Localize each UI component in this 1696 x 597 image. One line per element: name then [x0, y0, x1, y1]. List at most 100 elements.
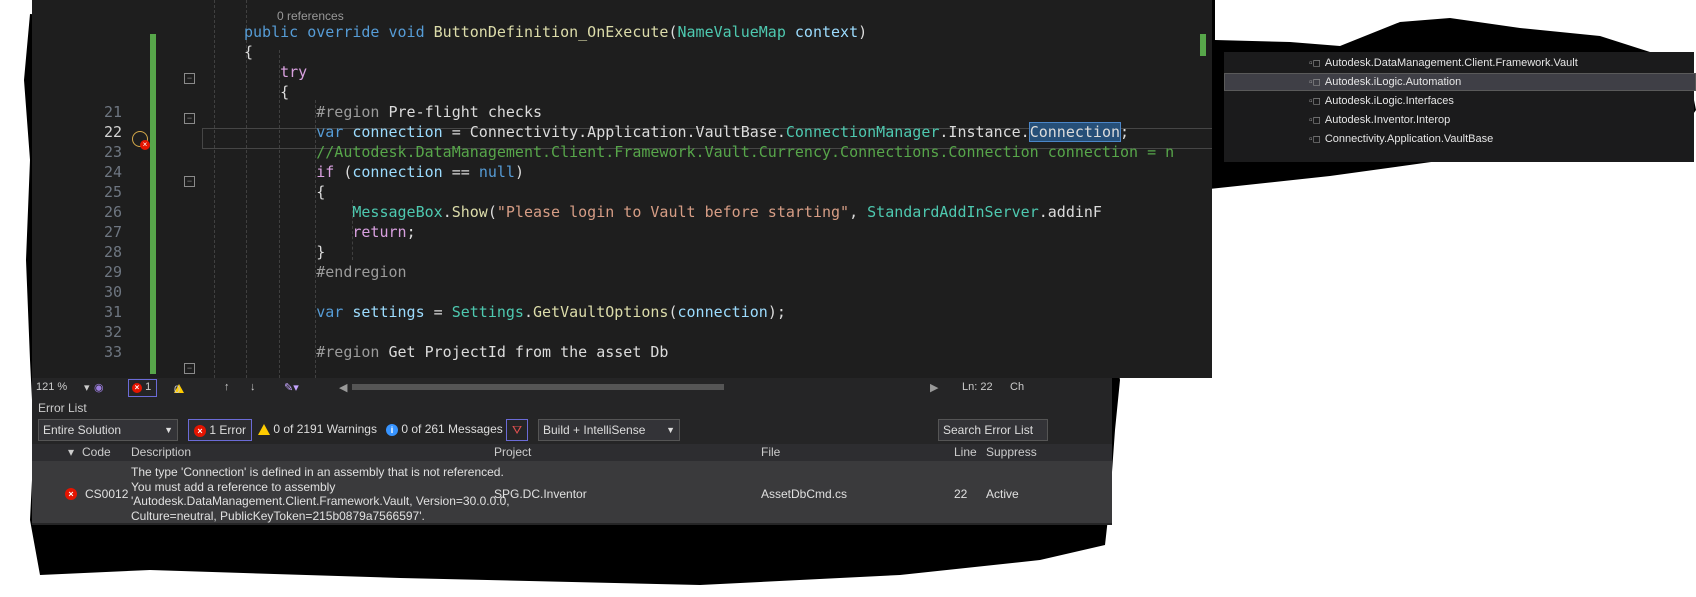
- code-line[interactable]: public override void ButtonDefinition_On…: [244, 22, 867, 42]
- column-code[interactable]: Code: [82, 444, 111, 461]
- warning-icon: [258, 424, 270, 436]
- sort-icon[interactable]: ▾: [68, 444, 74, 461]
- error-icon: ×: [132, 383, 142, 393]
- warnings-filter-button[interactable]: 0 of 2191 Warnings: [258, 419, 377, 439]
- filter-icon[interactable]: ⛛: [506, 419, 528, 441]
- error-overlay-icon: ×: [140, 140, 150, 150]
- chevron-down-icon: ▼: [164, 425, 173, 435]
- arrow-up-icon[interactable]: ↑: [224, 381, 230, 393]
- reference-item[interactable]: ▫◻ Autodesk.iLogic.Automation: [1309, 74, 1461, 90]
- line-number: 33: [103, 343, 122, 361]
- editor-status-bar: 121 % ▾ ◉ × 1 0 ↑ ↓ ✎▾ ◀ ▶ Ln: 22 Ch: [32, 378, 1112, 397]
- code-line[interactable]: }: [244, 242, 325, 262]
- fold-toggle-icon[interactable]: −: [184, 73, 195, 84]
- column-suppression[interactable]: Suppress: [986, 444, 1037, 461]
- indent-guide: [214, 0, 215, 378]
- reference-icon: ▫◻: [1309, 96, 1321, 107]
- cursor-position: Ln: 22: [962, 381, 993, 393]
- scope-value: Entire Solution: [43, 423, 122, 437]
- chevron-down-icon: ▼: [666, 425, 675, 435]
- column-line[interactable]: Line: [954, 444, 977, 461]
- column-description[interactable]: Description: [131, 444, 191, 461]
- solution-explorer-references: ▫◻ Autodesk.DataManagement.Client.Framewo…: [1224, 52, 1696, 162]
- error-description: The type 'Connection' is defined in an a…: [131, 465, 510, 523]
- reference-item[interactable]: ▫◻ Autodesk.DataManagement.Client.Framewo…: [1309, 55, 1578, 71]
- error-project: SPG.DC.Inventor: [494, 487, 587, 501]
- scope-dropdown[interactable]: Entire Solution ▼: [38, 419, 178, 441]
- fold-toggle-icon[interactable]: −: [184, 176, 195, 187]
- error-code: CS0012: [85, 487, 129, 501]
- code-cleanup-icon[interactable]: ✎▾: [284, 381, 299, 394]
- error-icon: ×: [65, 486, 77, 500]
- scroll-left-icon[interactable]: ◀: [339, 381, 347, 394]
- char-position: Ch: [1010, 381, 1025, 393]
- reference-label: Autodesk.DataManagement.Client.Framework…: [1324, 57, 1578, 69]
- panel-title: Error List: [38, 401, 87, 415]
- arrow-down-icon[interactable]: ↓: [250, 381, 256, 393]
- search-input[interactable]: Search Error List: [938, 419, 1048, 441]
- zoom-level[interactable]: 121 %: [36, 381, 67, 393]
- column-file[interactable]: File: [761, 444, 780, 461]
- code-line[interactable]: {: [244, 42, 253, 62]
- description-line: You must add a reference to assembly: [131, 479, 336, 494]
- reference-label: Autodesk.iLogic.Automation: [1324, 76, 1462, 88]
- code-line[interactable]: if (connection == null): [244, 162, 524, 182]
- reference-label: Autodesk.iLogic.Interfaces: [1324, 95, 1454, 107]
- code-line[interactable]: var connection = Connectivity.Applicatio…: [244, 122, 1129, 142]
- code-line[interactable]: return;: [244, 222, 415, 242]
- line-number: 22: [103, 123, 122, 141]
- messages-filter-button[interactable]: i 0 of 261 Messages: [386, 419, 503, 439]
- codelens-references[interactable]: 0 references: [277, 9, 344, 23]
- code-line[interactable]: //Autodesk.DataManagement.Client.Framewo…: [244, 142, 1174, 162]
- errors-label: 1 Error: [209, 423, 247, 437]
- reference-label: Autodesk.Inventor.Interop: [1324, 114, 1451, 126]
- chevron-down-icon[interactable]: ▾: [84, 381, 90, 394]
- description-line: 'Autodesk.DataManagement.Client.Framewor…: [131, 494, 510, 508]
- code-line[interactable]: #region Get ProjectId from the asset Db: [244, 342, 668, 362]
- line-number: 26: [103, 203, 122, 221]
- code-line[interactable]: #region Pre-flight checks: [244, 102, 542, 122]
- health-icon[interactable]: ◉: [94, 381, 104, 394]
- line-number: 28: [103, 243, 122, 261]
- code-line[interactable]: MessageBox.Show("Please login to Vault b…: [244, 202, 1102, 222]
- reference-item[interactable]: ▫◻ Connectivity.Application.VaultBase: [1309, 131, 1493, 147]
- horizontal-scrollbar[interactable]: [352, 384, 724, 390]
- error-count-button[interactable]: × 1: [128, 379, 158, 397]
- line-number: 32: [103, 323, 122, 341]
- error-list-header: ▾ Code Description Project File Line Sup…: [32, 444, 1112, 461]
- line-number: 29: [103, 263, 122, 281]
- reference-icon: ▫◻: [1309, 77, 1321, 88]
- errors-filter-button[interactable]: × 1 Error: [188, 419, 253, 441]
- description-line: The type 'Connection' is defined in an a…: [131, 465, 504, 479]
- line-number: 30: [103, 283, 122, 301]
- code-line[interactable]: try: [244, 62, 307, 82]
- reference-item[interactable]: ▫◻ Autodesk.iLogic.Interfaces: [1309, 93, 1454, 109]
- scroll-right-icon[interactable]: ▶: [930, 381, 938, 394]
- search-placeholder: Search Error List: [943, 423, 1034, 437]
- error-file: AssetDbCmd.cs: [761, 487, 848, 501]
- build-filter-dropdown[interactable]: Build + IntelliSense ▼: [538, 419, 680, 441]
- reference-item[interactable]: ▫◻ Autodesk.Inventor.Interop: [1309, 112, 1450, 128]
- warnings-label: 0 of 2191 Warnings: [273, 422, 377, 436]
- line-number: 24: [103, 163, 122, 181]
- reference-icon: ▫◻: [1309, 134, 1321, 145]
- line-number: 21: [103, 103, 122, 121]
- error-list-panel: Error List Entire Solution ▼ × 1 Error 0…: [32, 397, 1112, 525]
- reference-label: Connectivity.Application.VaultBase: [1324, 133, 1494, 145]
- code-line[interactable]: {: [244, 82, 289, 102]
- code-line[interactable]: {: [244, 182, 325, 202]
- column-project[interactable]: Project: [494, 444, 531, 461]
- fold-toggle-icon[interactable]: −: [184, 113, 195, 124]
- code-line[interactable]: #endregion: [244, 262, 406, 282]
- code-editor[interactable]: 0 references public override void Button…: [32, 0, 1212, 378]
- line-number: 23: [103, 143, 122, 161]
- warning-count: 0: [174, 384, 181, 396]
- fold-toggle-icon[interactable]: −: [184, 363, 195, 374]
- line-number: 27: [103, 223, 122, 241]
- build-filter-value: Build + IntelliSense: [543, 423, 646, 437]
- table-row[interactable]: × CS0012 The type 'Connection' is define…: [32, 461, 1112, 523]
- error-suppression: Active: [986, 487, 1019, 501]
- code-line[interactable]: var settings = Settings.GetVaultOptions(…: [244, 302, 786, 322]
- description-line: Culture=neutral, PublicKeyToken=215b0879…: [131, 508, 425, 523]
- info-icon: i: [386, 424, 398, 436]
